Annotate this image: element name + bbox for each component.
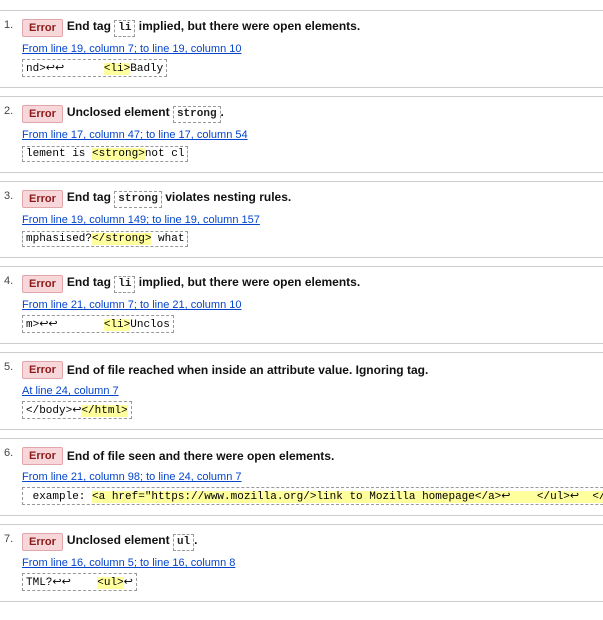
code-extract: </body>↩</html> [22,401,132,419]
code-token: strong [173,106,221,122]
error-header: Error End tag li implied, but there were… [22,19,595,37]
error-location: At line 24, column 7 [22,383,595,397]
location-link[interactable]: From line 16, column 5; to line 16, colu… [22,557,235,569]
code-token: strong [114,191,162,207]
error-item: Error End of file reached when inside an… [0,352,603,430]
location-link[interactable]: From line 21, column 7; to line 21, colu… [22,299,242,311]
location-link[interactable]: From line 21, column 98; to line 24, col… [22,471,242,483]
code-extract: m>↩↩ <li>Unclos [22,315,174,333]
error-item: Error End tag li implied, but there were… [0,10,603,88]
error-header: Error End tag li implied, but there were… [22,275,595,293]
error-location: From line 19, column 7; to line 19, colu… [22,41,595,55]
error-badge: Error [22,361,63,379]
error-item: Error End tag li implied, but there were… [0,266,603,344]
error-location: From line 19, column 149; to line 19, co… [22,212,595,226]
error-location: From line 16, column 5; to line 16, colu… [22,555,595,569]
error-badge: Error [22,533,63,551]
error-header: Error End of file reached when inside an… [22,361,595,379]
error-item: Error Unclosed element ul. From line 16,… [0,524,603,602]
error-message: End tag strong violates nesting rules. [67,190,291,207]
error-header: Error End tag strong violates nesting ru… [22,190,595,208]
location-link[interactable]: From line 19, column 149; to line 19, co… [22,214,260,226]
code-token: li [114,276,135,292]
code-extract: mphasised?</strong> what [22,231,188,247]
error-message: Unclosed element ul. [67,533,198,550]
error-badge: Error [22,19,63,37]
error-item: Error End tag strong violates nesting ru… [0,181,603,258]
error-list: Error End tag li implied, but there were… [0,0,603,620]
code-token: ul [173,534,194,550]
location-link[interactable]: From line 19, column 7; to line 19, colu… [22,43,242,55]
error-header: Error Unclosed element ul. [22,533,595,551]
code-token: li [114,20,135,36]
error-message: Unclosed element strong. [67,105,224,122]
error-message: End of file seen and there were open ele… [67,449,334,463]
code-extract: example: <a href="https://www.mozilla.or… [22,487,603,505]
error-badge: Error [22,275,63,293]
error-location: From line 21, column 98; to line 24, col… [22,469,595,483]
error-location: From line 21, column 7; to line 21, colu… [22,297,595,311]
error-badge: Error [22,190,63,208]
error-message: End of file reached when inside an attri… [67,363,428,377]
error-badge: Error [22,105,63,123]
error-item: Error Unclosed element strong. From line… [0,96,603,173]
code-extract: lement is <strong>not cl [22,146,188,162]
error-location: From line 17, column 47; to line 17, col… [22,127,595,141]
code-extract: nd>↩↩ <li>Badly [22,59,167,77]
error-header: Error End of file seen and there were op… [22,447,595,465]
location-link[interactable]: From line 17, column 47; to line 17, col… [22,129,248,141]
error-message: End tag li implied, but there were open … [67,19,360,36]
error-badge: Error [22,447,63,465]
code-extract: TML?↩↩ <ul>↩ [22,573,137,591]
error-header: Error Unclosed element strong. [22,105,595,123]
error-item: Error End of file seen and there were op… [0,438,603,516]
location-link[interactable]: At line 24, column 7 [22,385,119,397]
error-message: End tag li implied, but there were open … [67,275,360,292]
